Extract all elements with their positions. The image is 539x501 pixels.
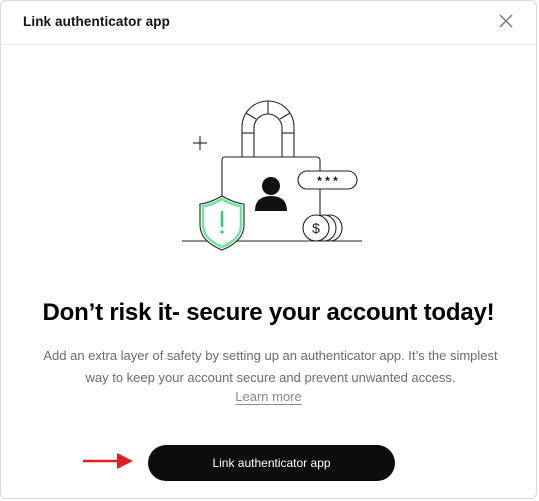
coins-icon: $ [302,214,343,242]
shield-warning-icon [199,195,245,251]
description-text: Add an extra layer of safety by setting … [43,348,498,385]
link-authenticator-button[interactable]: Link authenticator app [148,445,395,481]
red-arrow-icon [83,453,133,469]
plus-icon [193,136,207,150]
dialog-title: Link authenticator app [23,14,170,29]
security-illustration: * * * $ [176,95,376,260]
close-button[interactable] [496,11,516,31]
password-mask: * * * [317,174,338,188]
headline: Don’t risk it- secure your account today… [42,299,495,326]
close-icon [499,14,513,28]
dialog-header: Link authenticator app [1,1,536,45]
link-authenticator-dialog: Link authenticator app * * * $ Don’t ris… [0,0,537,499]
svg-text:$: $ [312,220,320,236]
learn-more-row: Learn more [1,387,536,407]
learn-more-link[interactable]: Learn more [235,389,301,404]
